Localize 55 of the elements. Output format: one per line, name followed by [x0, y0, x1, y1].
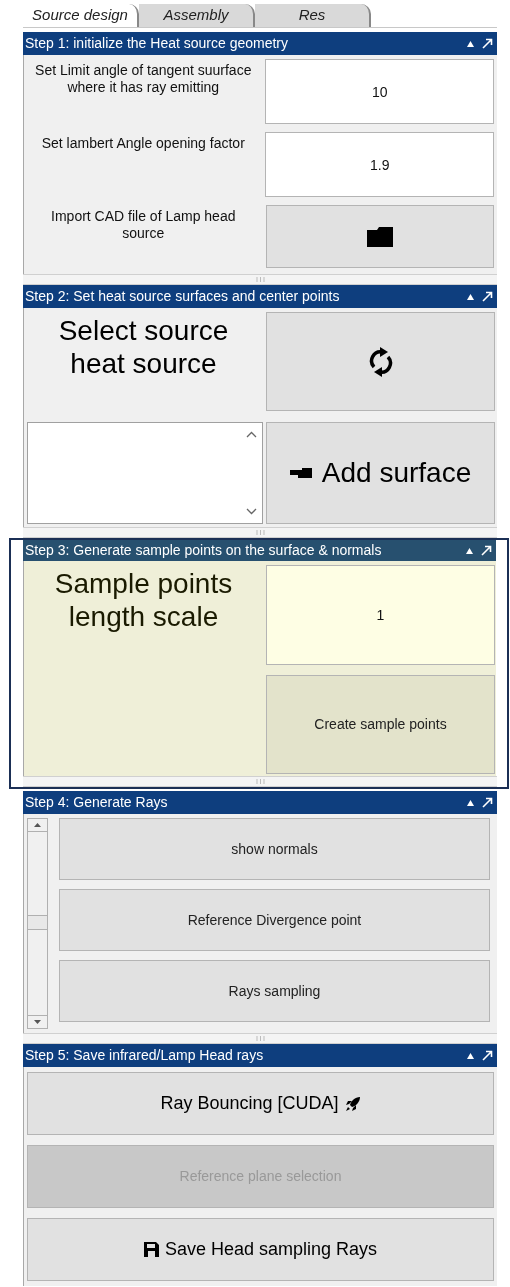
refresh-button[interactable] [266, 312, 495, 411]
button[interactable]: show normals [59, 818, 490, 880]
button[interactable]: Save Head sampling Rays [27, 1218, 494, 1281]
grip-icon [255, 277, 265, 282]
undock-icon [482, 291, 493, 302]
collapse-icon [467, 799, 474, 806]
panel-header[interactable]: Step 3: Generate sample points on the surface & normals [23, 540, 496, 561]
section-label: Select source heat source [57, 314, 230, 381]
panel-title: Step 5: Save infrared/Lamp Head rays [25, 1046, 264, 1065]
panel-title: Step 1: initialize the Heat source geometry [25, 34, 289, 53]
grip-icon [255, 530, 265, 535]
section-label: Sample points length scale [53, 567, 234, 634]
scroll-up-icon [245, 431, 257, 438]
panel-header[interactable]: Step 5: Save infrared/Lamp Head rays [23, 1044, 497, 1067]
field-label: Import CAD file of Lamp head source [50, 207, 237, 243]
scroll-up-icon [34, 823, 41, 827]
panel-header[interactable]: Step 2: Set heat source surfaces and center points [23, 285, 497, 308]
input-field[interactable]: 10 [265, 59, 494, 124]
undock-icon [481, 545, 492, 556]
save-icon [143, 1242, 159, 1257]
undock-icon [482, 1050, 493, 1061]
button[interactable]: Ray Bouncing [CUDA] [27, 1072, 494, 1135]
rocket-icon [344, 1095, 361, 1112]
tab[interactable]: Res [255, 4, 371, 27]
panel-title: Step 2: Set heat source surfaces and center points [25, 287, 340, 306]
grip-icon [255, 779, 265, 784]
panel-header[interactable]: Step 4: Generate Rays [23, 791, 497, 814]
grip-icon [255, 1036, 265, 1041]
collapse-icon [467, 293, 474, 300]
collapse-icon [466, 547, 473, 554]
scroll-down-icon [34, 1020, 41, 1024]
undock-icon [482, 38, 493, 49]
list-box[interactable] [27, 422, 263, 524]
scrollbar[interactable] [27, 818, 48, 1029]
input-field[interactable]: 1.9 [265, 132, 494, 197]
button[interactable]: Rays sampling [59, 960, 490, 1022]
tab[interactable]: Assembly [139, 4, 255, 27]
button[interactable]: Reference Divergence point [59, 889, 490, 951]
field-label: Set lambert Angle opening factor [40, 134, 246, 153]
collapse-icon [467, 40, 474, 47]
folder-icon [365, 226, 394, 247]
panel-title: Step 4: Generate Rays [25, 793, 168, 812]
pointing-hand-icon [289, 468, 312, 478]
refresh-icon [367, 346, 394, 377]
folder-button[interactable] [265, 205, 494, 268]
collapse-icon [467, 1052, 474, 1059]
add-surface-button[interactable]: Add surface [266, 422, 495, 524]
scroll-thumb[interactable] [28, 915, 47, 930]
input-field[interactable]: 1 [266, 565, 495, 665]
panel-header[interactable]: Step 1: initialize the Heat source geometry [23, 32, 497, 55]
undock-icon [482, 797, 493, 808]
panel-title: Step 3: Generate sample points on the surface & normals [25, 541, 382, 560]
scroll-down-icon [245, 508, 257, 515]
button[interactable]: Create sample points [266, 675, 495, 774]
field-label: Set Limit angle of tangent suurface where it has ray emitting [34, 61, 253, 97]
